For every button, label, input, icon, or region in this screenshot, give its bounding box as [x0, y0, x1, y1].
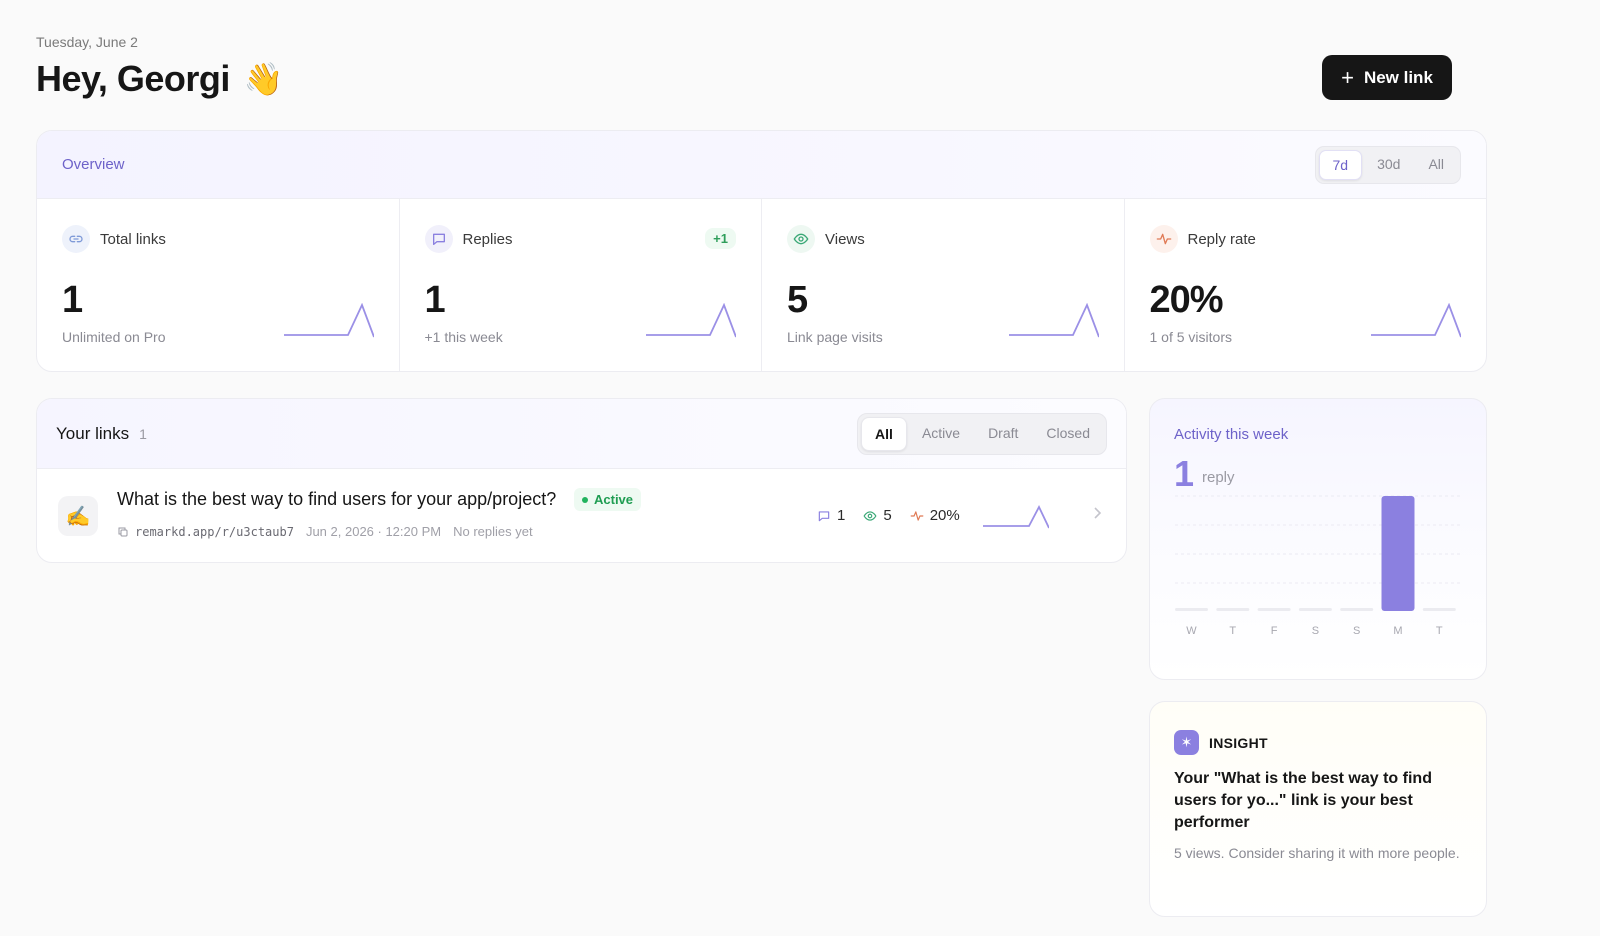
range-all[interactable]: All [1415, 150, 1457, 180]
chevron-right-icon[interactable] [1092, 505, 1104, 521]
insight-label: INSIGHT [1209, 734, 1268, 751]
stat-sub: Unlimited on Pro [62, 329, 166, 345]
chart-tick-label: F [1271, 625, 1278, 637]
stat-total-links: Total links 1 Unlimited on Pro [37, 199, 400, 371]
chart-bar [1298, 608, 1332, 611]
activity-card: Activity this week 1 reply WTFSSMT [1149, 398, 1487, 680]
list-item[interactable]: ✍️ What is the best way to find users fo… [37, 469, 1126, 562]
status-badge: Active [574, 488, 642, 511]
overview-card: Overview 7d 30d All Total links 1 Unlimi… [36, 130, 1487, 372]
chart-tick-label: T [1436, 625, 1443, 637]
link-replies-note: No replies yet [453, 524, 533, 539]
sparkline [1008, 303, 1099, 338]
plus-icon: + [1341, 64, 1354, 90]
stat-sub: Link page visits [787, 329, 883, 345]
filter-active[interactable]: Active [909, 417, 973, 451]
filter-closed[interactable]: Closed [1033, 417, 1103, 451]
insight-sub: 5 views. Consider sharing it with more p… [1174, 845, 1460, 861]
chart-tick-label: M [1393, 625, 1402, 637]
chart-bar [1340, 608, 1374, 611]
sparkline [1371, 303, 1461, 338]
link-created: Jun 2, 2026 · 12:20 PM [305, 524, 442, 539]
stat-reply-rate: Reply rate 20% 1 of 5 visitors [1125, 199, 1487, 371]
stat-label: Replies [462, 230, 513, 248]
links-title: Your links 1 [56, 424, 147, 444]
chat-icon [818, 510, 830, 521]
range-30d[interactable]: 30d [1364, 150, 1413, 180]
sparkline [646, 303, 736, 338]
stat-sub: 1 of 5 visitors [1149, 329, 1232, 345]
chart-bar [1381, 496, 1415, 611]
page-date: Tuesday, June 2 [36, 34, 138, 50]
eye-icon [787, 225, 815, 253]
link-icon [62, 225, 90, 253]
chart-bar [1216, 608, 1250, 611]
link-replies-count: 1 [837, 507, 846, 524]
pulse-icon [1149, 225, 1178, 253]
status-filter: All Active Draft Closed [857, 412, 1107, 455]
sparkline [283, 303, 374, 338]
link-views-count: 5 [883, 507, 892, 524]
stat-sub: +1 this week [424, 329, 503, 345]
stat-label: Views [825, 230, 865, 248]
chart-tick-label: T [1229, 625, 1236, 637]
sparkle-icon: ✶ [1174, 730, 1199, 755]
overview-title: Overview [62, 156, 125, 173]
link-rate-value: 20% [929, 507, 960, 524]
range-selector: 7d 30d All [1314, 145, 1461, 184]
insight-text: Your "What is the best way to find users… [1174, 770, 1432, 831]
pulse-icon [910, 510, 924, 521]
status-text: Active [594, 492, 634, 507]
links-header: Your links 1 All Active Draft Closed [37, 399, 1126, 469]
chart-tick-label: W [1186, 625, 1197, 637]
stat-badge: +1 [705, 228, 736, 249]
greeting-text: Hey, Georgi [36, 58, 230, 99]
stats-row: Total links 1 Unlimited on Pro Replies +… [37, 199, 1486, 371]
eye-icon [863, 510, 877, 521]
link-replies-stat: 1 [817, 507, 845, 524]
writing-hand-icon: ✍️ [58, 496, 98, 536]
link-url[interactable]: remarkd.app/r/u3ctaub7 [117, 525, 294, 539]
insight-card: ✶ INSIGHT Your "What is the best way to … [1149, 701, 1487, 917]
stat-value: 1 [424, 279, 446, 321]
stat-views: Views 5 Link page visits [762, 199, 1125, 371]
chart-bar [1175, 608, 1208, 611]
chart-tick-label: S [1312, 625, 1319, 637]
range-7d[interactable]: 7d [1318, 149, 1363, 180]
insight-header: ✶ INSIGHT [1174, 730, 1268, 755]
links-title-text: Your links [56, 423, 130, 443]
link-views-stat: 5 [863, 507, 892, 524]
wave-icon: 👋 [243, 61, 284, 97]
link-rate-stat: 20% [910, 507, 960, 524]
stat-value: 1 [62, 279, 83, 321]
chart-bar [1422, 608, 1456, 611]
link-title[interactable]: What is the best way to find users for y… [117, 489, 556, 510]
sparkline [983, 505, 1049, 529]
page-title: Hey, Georgi 👋 [36, 58, 284, 100]
activity-bar-chart: WTFSSMT [1175, 495, 1460, 637]
stat-replies: Replies +1 1 +1 this week [400, 199, 762, 371]
links-count: 1 [139, 425, 147, 442]
link-meta: remarkd.app/r/u3ctaub7 Jun 2, 2026 · 12:… [117, 524, 533, 539]
stat-label: Total links [100, 230, 166, 248]
stat-value: 20% [1149, 279, 1224, 321]
filter-all[interactable]: All [861, 416, 907, 451]
chat-icon [424, 225, 453, 253]
chart-bar [1257, 608, 1291, 611]
link-url-text: remarkd.app/r/u3ctaub7 [135, 524, 294, 539]
links-card: Your links 1 All Active Draft Closed ✍️ … [36, 398, 1127, 563]
new-link-label: New link [1363, 67, 1433, 87]
stat-label: Reply rate [1187, 230, 1256, 248]
filter-draft[interactable]: Draft [975, 417, 1031, 451]
copy-icon[interactable] [117, 526, 129, 538]
stat-value: 5 [787, 279, 808, 321]
chart-tick-label: S [1353, 625, 1360, 637]
dashboard-page: Tuesday, June 2 Hey, Georgi 👋 + New link… [0, 0, 1600, 936]
status-dot-icon [582, 496, 588, 503]
overview-header: Overview 7d 30d All [37, 131, 1486, 199]
new-link-button[interactable]: + New link [1322, 55, 1452, 100]
link-stats: 1 5 20% [817, 507, 960, 524]
